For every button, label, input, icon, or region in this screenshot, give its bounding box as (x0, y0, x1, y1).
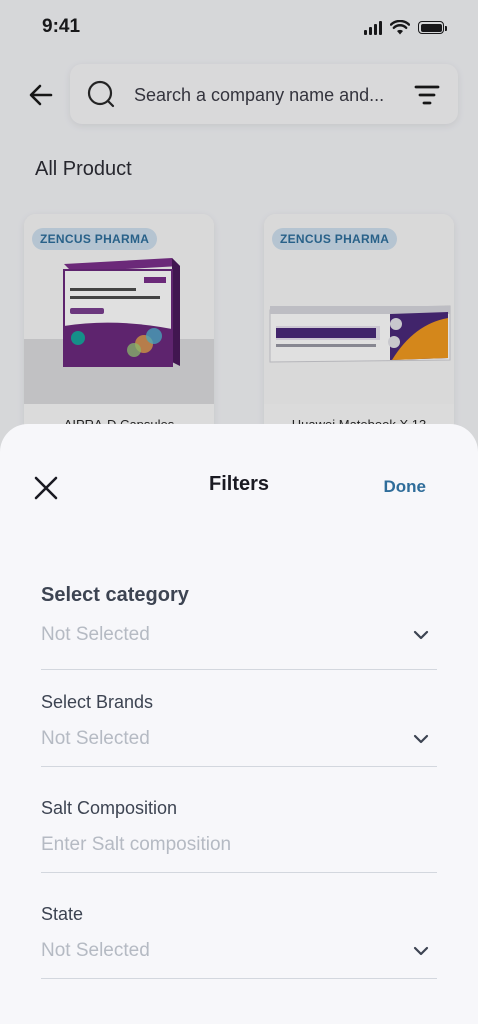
field-value: Not Selected (41, 940, 150, 961)
field-value: Not Selected (41, 624, 150, 645)
chevron-down-icon (413, 630, 429, 640)
category-select[interactable]: Select category Not Selected (41, 584, 437, 670)
state-select[interactable]: State Not Selected (41, 904, 437, 979)
salt-composition-field[interactable]: Salt Composition Enter Salt composition (41, 798, 437, 873)
filters-bottom-sheet: Filters Done Select category Not Selecte… (0, 424, 478, 1024)
field-label: Select category (41, 584, 189, 606)
product-list-screen: 9:41 Search a company name and... All Pr… (0, 0, 478, 1024)
done-button[interactable]: Done (384, 477, 427, 497)
field-value: Not Selected (41, 728, 150, 749)
field-label: State (41, 904, 84, 924)
salt-composition-input[interactable]: Enter Salt composition (41, 834, 231, 856)
chevron-down-icon (413, 734, 429, 744)
brands-select[interactable]: Select Brands Not Selected (41, 692, 437, 767)
chevron-down-icon (413, 946, 429, 956)
field-label: Select Brands (41, 692, 154, 712)
field-label: Salt Composition (41, 798, 178, 818)
